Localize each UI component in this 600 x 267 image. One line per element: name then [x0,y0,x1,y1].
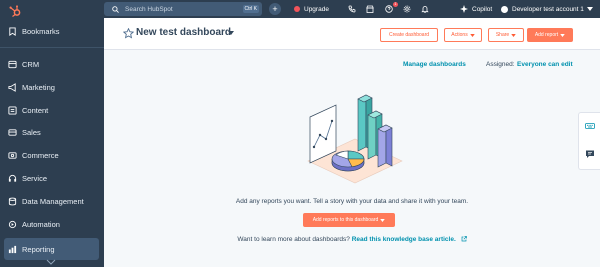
dashboard-header: New test dashboard Create dashboard Acti… [104,18,600,50]
create-new-button[interactable]: + [269,3,281,15]
add-reports-to-dashboard-button[interactable]: Add reports to this dashboard [303,213,395,227]
sidebar-item-sales[interactable]: Sales [0,121,104,143]
knowledge-base-link[interactable]: Read this knowledge base article. [352,236,456,243]
upgrade-icon [294,6,300,12]
search-icon [112,5,119,13]
sidebar-item-label: Reporting [22,244,55,254]
copilot-label: Copilot [472,5,493,13]
sidebar-item-content[interactable]: Content [0,99,104,121]
sidebar-item-service[interactable]: Service [0,167,104,189]
search-shortcut-badge: Ctrl K [242,5,259,13]
chevron-down-icon [469,33,475,37]
search-placeholder: Search HubSpot [125,5,173,13]
right-side-panel [578,112,600,170]
share-label: Share [495,32,510,38]
content-icon [8,105,17,115]
top-nav-bar: Search HubSpot Ctrl K + Upgrade 1 Copilo… [104,0,600,18]
account-menu[interactable]: Developer test account 1 [501,0,593,18]
sidebar-item-crm[interactable]: CRM [0,53,104,75]
create-dashboard-button[interactable]: Create dashboard [380,28,438,42]
add-report-label: Add report [534,32,559,38]
chevron-down-icon [380,218,386,222]
sidebar-item-automation[interactable]: Automation [0,213,104,235]
dashboard-empty-state: Manage dashboards Assigned: Everyone can… [104,51,600,267]
star-icon[interactable] [123,28,134,39]
sidebar-item-label: Marketing [22,82,55,92]
learn-more-prefix: Want to learn more about dashboards? [237,236,350,243]
marketing-icon [8,82,16,92]
chevron-down-icon[interactable] [46,259,56,265]
sidebar: Bookmarks CRM Marketing Content Sales Co… [0,0,104,267]
automation-icon [8,220,17,228]
help-icon[interactable] [385,5,393,13]
sidebar-item-marketing[interactable]: Marketing [0,76,104,98]
sidebar-item-label: Sales [22,127,41,137]
bookmark-icon [9,26,16,36]
reporting-icon [8,245,17,253]
sales-icon [8,128,17,136]
sidebar-item-label: Commerce [22,150,59,160]
upgrade-button[interactable]: Upgrade [294,0,329,18]
sidebar-item-label: Service [22,173,48,183]
share-button[interactable]: Share [488,28,524,42]
manage-dashboards-link[interactable]: Manage dashboards [403,61,466,68]
assigned-value-link[interactable]: Everyone can edit [517,61,573,68]
commerce-icon [8,151,17,159]
empty-state-description: Add any reports you want. Tell a story w… [235,198,469,205]
chevron-down-icon[interactable] [228,31,234,35]
actions-label: Actions [451,32,468,38]
crm-icon [8,60,17,68]
gear-icon[interactable] [403,5,411,13]
marketplace-icon[interactable] [366,5,374,13]
phone-icon[interactable] [348,5,356,13]
account-name: Developer test account 1 [512,5,584,13]
copilot-sparkle-icon [460,5,468,13]
chevron-down-icon [586,7,593,11]
sidebar-item-label: Automation [22,219,60,229]
chat-icon[interactable] [585,149,595,159]
search-input[interactable]: Search HubSpot Ctrl K [104,2,262,16]
empty-dashboard-illustration [307,94,403,184]
copilot-button[interactable]: Copilot [460,0,492,18]
sidebar-item-label: Bookmarks [22,26,60,36]
data-icon [8,197,17,205]
sidebar-item-bookmarks[interactable]: Bookmarks [0,20,104,42]
add-reports-label: Add reports to this dashboard [312,217,379,223]
sidebar-item-commerce[interactable]: Commerce [0,144,104,166]
assigned-label: Assigned: [486,61,515,68]
chevron-down-icon [511,33,516,37]
sidebar-item-label: Content [22,105,49,115]
sidebar-item-data-management[interactable]: Data Management [0,190,104,212]
service-icon [8,174,17,182]
actions-button[interactable]: Actions [444,28,482,42]
sidebar-item-reporting[interactable]: Reporting [4,238,99,260]
learn-more-text: Want to learn more about dashboards? Rea… [104,236,600,243]
external-link-icon[interactable] [461,236,467,242]
upgrade-label: Upgrade [304,5,329,13]
sidebar-divider [0,47,104,48]
chevron-down-icon [560,33,565,37]
page-title[interactable]: New test dashboard [136,27,231,38]
bell-icon[interactable] [421,5,429,13]
create-dashboard-label: Create dashboard [388,32,430,38]
notification-count-badge: 1 [393,2,398,7]
sidebar-item-label: CRM [22,59,40,69]
add-report-button[interactable]: Add report [527,28,573,42]
keyboard-icon[interactable] [585,121,595,131]
hubspot-logo[interactable] [8,4,22,18]
avatar [501,5,508,13]
sidebar-item-label: Data Management [22,196,84,206]
